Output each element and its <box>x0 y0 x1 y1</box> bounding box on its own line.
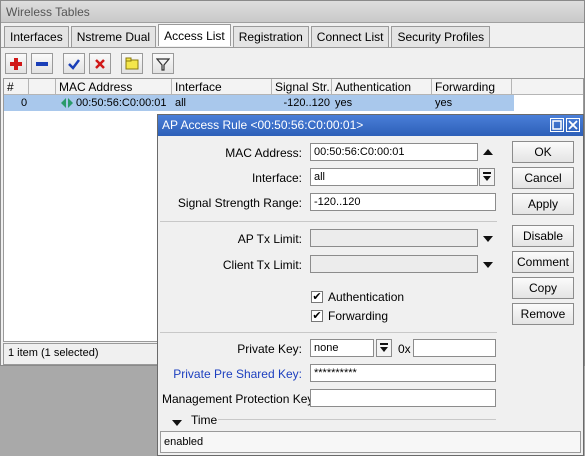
mac-address-icon <box>60 95 74 111</box>
tab-security-profiles[interactable]: Security Profiles <box>391 26 491 47</box>
filter-icon <box>156 57 170 71</box>
separator <box>160 332 497 333</box>
tab-registration[interactable]: Registration <box>232 26 309 47</box>
rule-status-text: enabled <box>164 436 204 448</box>
forwarding-checkbox[interactable]: ✔ <box>311 310 323 322</box>
hex-prefix-label: 0x <box>398 342 411 356</box>
check-icon <box>68 58 80 70</box>
tab-access-list[interactable]: Access List <box>158 24 231 46</box>
ok-button[interactable]: OK <box>512 141 574 163</box>
signal-strength-label: Signal Strength Range: <box>177 196 302 210</box>
collapse-arrow-icon[interactable] <box>483 147 493 159</box>
management-protection-key-label: Management Protection Key: <box>162 392 317 406</box>
interface-label: Interface: <box>251 171 302 185</box>
add-button[interactable] <box>5 53 27 74</box>
remove-button[interactable]: Remove <box>512 303 574 325</box>
maximize-button[interactable] <box>550 118 564 132</box>
client-tx-limit-label: Client Tx Limit: <box>222 258 302 272</box>
separator <box>218 419 496 420</box>
private-psk-label[interactable]: Private Pre Shared Key: <box>168 367 302 381</box>
table-header: # MAC Address Interface Signal Str... Au… <box>4 79 583 95</box>
dialog-title: AP Access Rule <00:50:56:C0:00:01> <box>158 115 583 136</box>
plus-icon <box>10 57 22 70</box>
client-tx-dropdown-icon[interactable] <box>483 260 493 272</box>
private-key-hex-field[interactable] <box>413 339 496 357</box>
filter-button[interactable] <box>152 53 174 74</box>
ap-tx-limit-field[interactable] <box>310 229 478 247</box>
ap-tx-limit-label: AP Tx Limit: <box>237 232 302 246</box>
col-header-mac[interactable]: MAC Address <box>56 79 172 95</box>
note-icon <box>125 57 139 69</box>
row-forwarding: yes <box>435 97 453 109</box>
close-button[interactable] <box>566 118 580 132</box>
row-num: 0 <box>21 97 28 109</box>
private-key-select[interactable]: none <box>310 339 374 357</box>
window-title: Wireless Tables <box>1 1 584 23</box>
private-key-dropdown-button[interactable] <box>376 339 392 357</box>
authentication-checkbox[interactable]: ✔ <box>311 291 323 303</box>
col-header-signal[interactable]: Signal Str... <box>272 79 332 95</box>
x-icon <box>95 58 105 69</box>
row-mac: 00:50:56:C0:00:01 <box>76 97 167 109</box>
tab-nstreme-dual[interactable]: Nstreme Dual <box>70 26 157 47</box>
toolbar <box>1 47 584 77</box>
table-row[interactable]: 0 00:50:56:C0:00:01 all -120..120 yes ye… <box>4 95 514 111</box>
maximize-icon <box>552 120 562 130</box>
time-expand-icon[interactable] <box>172 417 182 429</box>
disable-button[interactable]: Disable <box>512 225 574 247</box>
signal-strength-field[interactable]: -120..120 <box>310 193 496 211</box>
separator <box>160 221 497 222</box>
chevron-down-icon <box>483 172 491 181</box>
cancel-button[interactable]: Cancel <box>512 167 574 189</box>
time-section-label[interactable]: Time <box>191 413 217 427</box>
copy-button[interactable]: Copy <box>512 277 574 299</box>
mac-address-label: MAC Address: <box>225 146 302 160</box>
tab-interfaces[interactable]: Interfaces <box>4 26 69 47</box>
ap-access-rule-dialog: AP Access Rule <00:50:56:C0:00:01> MAC A… <box>157 114 584 456</box>
enable-button[interactable] <box>63 53 85 74</box>
row-auth: yes <box>335 97 353 109</box>
col-header-num[interactable]: # <box>4 79 29 95</box>
interface-dropdown-button[interactable] <box>479 168 495 186</box>
remove-button[interactable] <box>31 53 53 74</box>
col-header-interface[interactable]: Interface <box>172 79 272 95</box>
col-header-blank[interactable] <box>29 79 56 95</box>
apply-button[interactable]: Apply <box>512 193 574 215</box>
comment-button[interactable] <box>121 53 143 74</box>
item-count: 1 item (1 selected) <box>8 347 99 359</box>
tab-bar: Interfaces Nstreme Dual Access List Regi… <box>4 24 492 47</box>
row-signal: -120..120 <box>283 97 330 109</box>
row-interface: all <box>175 97 187 109</box>
interface-select[interactable]: all <box>310 168 478 186</box>
close-icon <box>568 120 578 130</box>
client-tx-limit-field[interactable] <box>310 255 478 273</box>
col-header-forwarding[interactable]: Forwarding <box>432 79 512 95</box>
tab-connect-list[interactable]: Connect List <box>310 26 390 47</box>
private-key-label: Private Key: <box>237 342 302 356</box>
mac-address-field[interactable]: 00:50:56:C0:00:01 <box>310 143 478 161</box>
forwarding-label: Forwarding <box>328 309 389 323</box>
minus-icon <box>36 61 48 66</box>
comment-button[interactable]: Comment <box>512 251 574 273</box>
authentication-label: Authentication <box>328 290 405 304</box>
ap-tx-dropdown-icon[interactable] <box>483 234 493 246</box>
private-psk-field[interactable]: ********** <box>310 364 496 382</box>
chevron-down-icon <box>380 343 388 352</box>
disable-button[interactable] <box>89 53 111 74</box>
management-protection-key-field[interactable] <box>310 389 496 407</box>
col-header-auth[interactable]: Authentication <box>332 79 432 95</box>
dialog-status-bar: enabled <box>160 431 581 453</box>
